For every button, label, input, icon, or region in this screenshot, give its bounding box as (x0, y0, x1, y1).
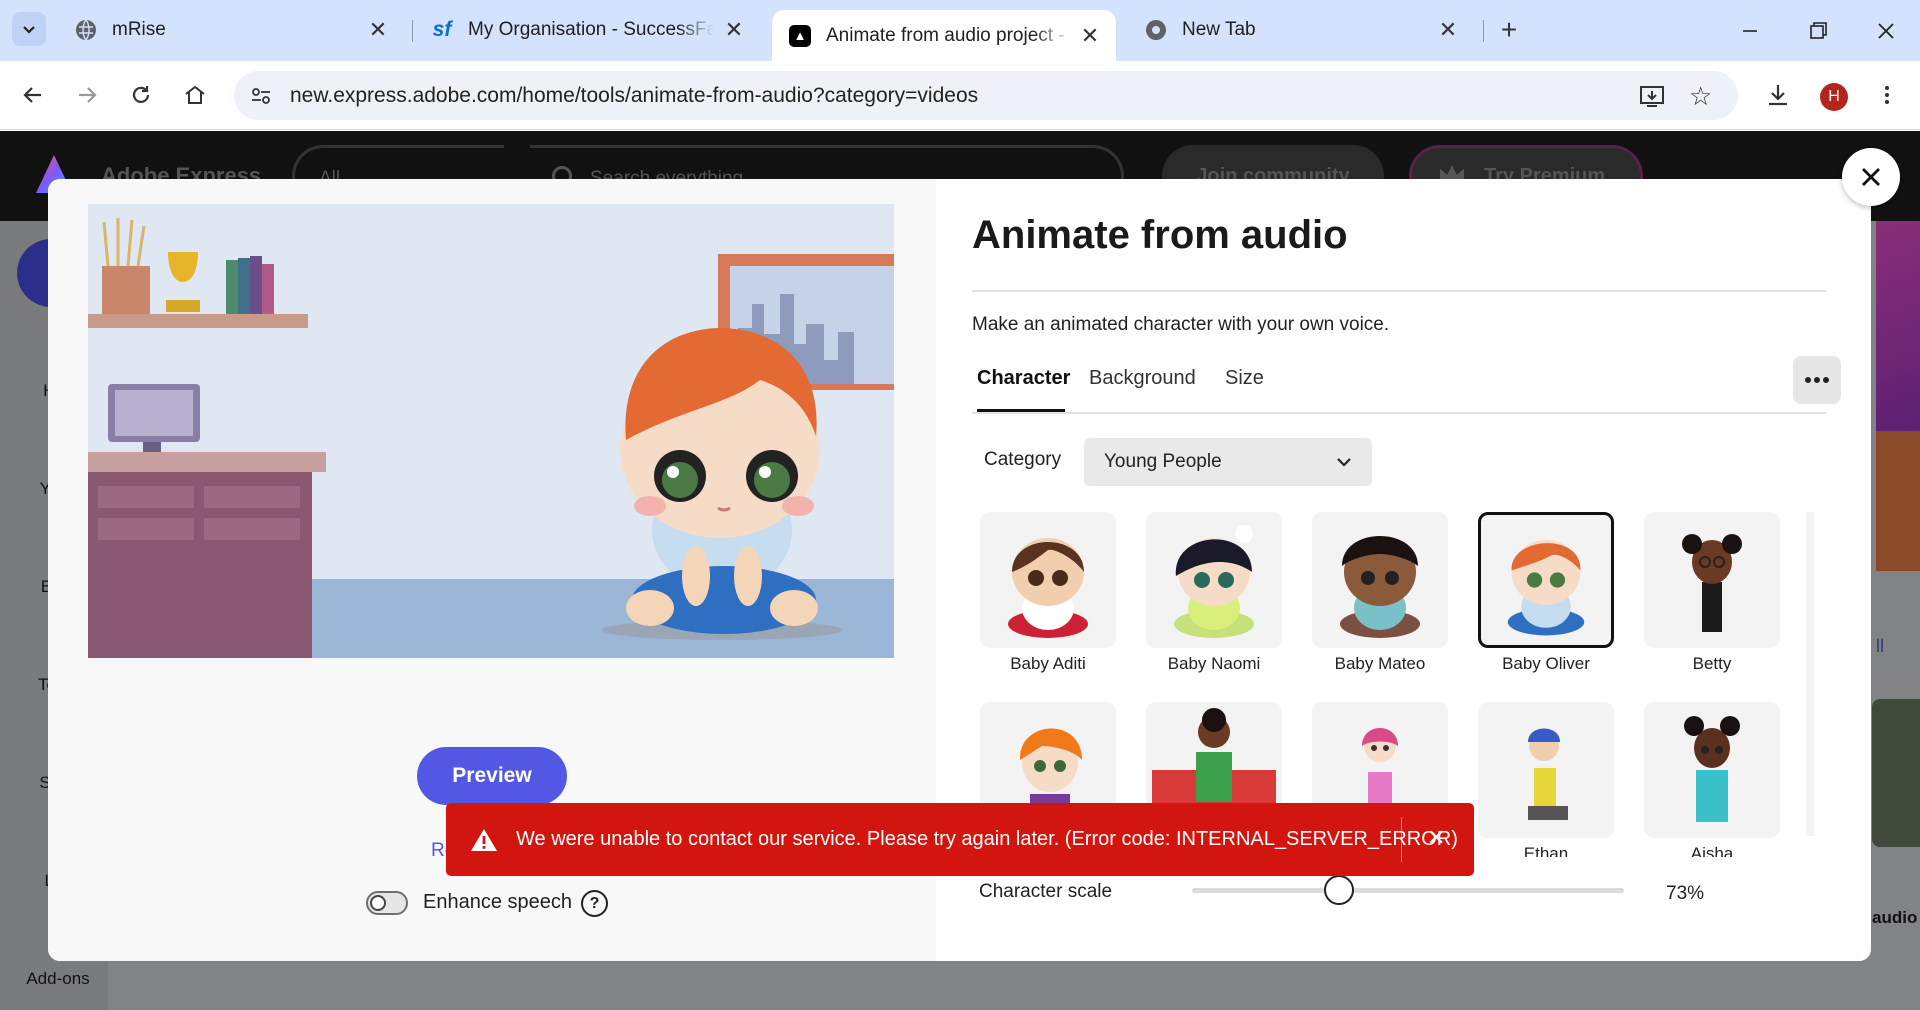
category-label: Category (984, 449, 1062, 470)
close-icon (1862, 168, 1880, 186)
character-name: Betty (1692, 654, 1732, 673)
browser-menu-button[interactable] (1870, 78, 1904, 112)
forward-button[interactable] (70, 78, 104, 112)
back-button[interactable] (16, 78, 50, 112)
browser-tab-bar: mRise ✕ sf My Organisation - SuccessFact… (0, 0, 1920, 61)
character-name: Baby Oliver (1502, 654, 1590, 673)
more-vertical-icon (1885, 86, 1889, 104)
globe-icon (74, 18, 98, 42)
close-tab-icon[interactable]: ✕ (1078, 23, 1102, 49)
home-button[interactable] (178, 78, 212, 112)
chevron-down-icon (23, 26, 35, 34)
home-icon (185, 85, 205, 104)
address-bar[interactable]: new.express.adobe.com/home/tools/animate… (234, 71, 1738, 120)
background-card-label: audio (1872, 908, 1918, 927)
more-options-button[interactable] (1793, 356, 1841, 404)
browser-tab-successfactors[interactable]: sf My Organisation - SuccessFacto ✕ (414, 10, 760, 50)
install-app-icon[interactable] (1639, 83, 1665, 114)
character-name: Baby Naomi (1167, 654, 1261, 673)
character-name: Ethan (1523, 844, 1569, 857)
downloads-button[interactable] (1761, 78, 1795, 112)
close-icon (1878, 23, 1894, 39)
character-card-baby-naomi[interactable] (1146, 512, 1282, 648)
sidebar-item-add-ons[interactable]: Add-ons (0, 969, 108, 989)
character-preview-scene (88, 204, 894, 658)
see-all-link[interactable]: ll (1876, 636, 1884, 657)
toast-message: We were unable to contact our service. P… (516, 828, 1458, 850)
url-text[interactable]: new.express.adobe.com/home/tools/animate… (290, 84, 978, 108)
tab-size[interactable]: Size (1225, 367, 1264, 390)
tab-title: Animate from audio project - Ju (826, 24, 1070, 46)
reload-icon (132, 86, 150, 103)
dialog-subtitle: Make an animated character with your own… (972, 314, 1390, 335)
help-icon[interactable]: ? (581, 890, 608, 917)
sf-logo-icon: sf (432, 18, 452, 41)
arrow-left-icon (23, 87, 41, 103)
tab-background[interactable]: Background (1089, 367, 1196, 390)
category-value: Young People (1104, 451, 1222, 472)
toast-divider (1401, 817, 1402, 862)
close-tab-icon[interactable]: ✕ (366, 17, 390, 43)
tab-title: New Tab (1182, 19, 1256, 40)
title-divider (972, 290, 1827, 292)
browser-toolbar: new.express.adobe.com/home/tools/animate… (0, 61, 1920, 130)
tab-title: My Organisation - SuccessFacto (468, 19, 714, 40)
more-horizontal-icon (1805, 377, 1829, 383)
character-card-baby-aditi[interactable] (980, 512, 1116, 648)
minimize-icon (1743, 30, 1757, 32)
tab-divider (412, 20, 413, 42)
character-card-ethan[interactable] (1478, 702, 1614, 838)
chevron-down-icon (1337, 458, 1351, 467)
enhance-speech-label: Enhance speech (423, 891, 573, 913)
minimize-button[interactable] (1730, 14, 1770, 48)
character-card-baby-mateo[interactable] (1312, 512, 1448, 648)
toast-close-icon[interactable]: ✕ (1427, 825, 1445, 851)
restore-button[interactable] (1798, 14, 1838, 48)
dialog-title: Animate from audio (972, 213, 1348, 257)
tabs-divider (972, 412, 1827, 414)
new-tab-button[interactable]: + (1492, 14, 1526, 48)
tab-character[interactable]: Character (977, 367, 1070, 390)
toggle-knob (370, 895, 386, 911)
profile-avatar[interactable]: H (1820, 83, 1848, 111)
download-icon (1769, 85, 1787, 106)
background-orange-graphic (1876, 431, 1920, 571)
browser-tab-animate-from-audio[interactable]: ▲ Animate from audio project - Ju ✕ (772, 10, 1116, 61)
character-card-aisha[interactable] (1644, 702, 1780, 838)
bookmark-star-icon[interactable]: ☆ (1689, 81, 1712, 112)
arrow-right-icon (79, 87, 97, 103)
character-name: Baby Mateo (1334, 654, 1426, 673)
close-dialog-button[interactable] (1842, 148, 1900, 206)
browser-tab-new-tab[interactable]: New Tab ✕ (1128, 10, 1474, 50)
tab-search-button[interactable] (12, 12, 46, 46)
character-scale-slider[interactable] (1192, 875, 1624, 905)
background-thumbnail (1872, 699, 1920, 847)
browser-tab-mrise[interactable]: mRise ✕ (58, 10, 404, 50)
alert-icon (471, 828, 497, 851)
tab-title: mRise (112, 19, 166, 40)
chrome-icon (1144, 18, 1168, 42)
slider-thumb[interactable] (1323, 875, 1354, 905)
grid-scroll-edge (1806, 512, 1814, 836)
close-window-button[interactable] (1866, 14, 1906, 48)
close-tab-icon[interactable]: ✕ (1436, 17, 1460, 43)
character-scale-value: 73% (1666, 883, 1705, 904)
preview-button[interactable]: Preview (417, 747, 567, 805)
character-scale-label: Character scale (979, 881, 1113, 902)
character-card-baby-oliver[interactable] (1478, 512, 1614, 648)
restore-icon (1810, 22, 1827, 39)
adobe-express-logo-icon: ▲ (788, 24, 812, 48)
tab-divider (1483, 20, 1484, 42)
character-card-betty[interactable] (1644, 512, 1780, 648)
site-settings-icon[interactable] (248, 83, 274, 109)
character-name: Aisha (1690, 844, 1734, 857)
character-name: Baby Aditi (1010, 654, 1086, 673)
enhance-speech-toggle[interactable] (366, 891, 408, 915)
category-select[interactable]: Young People (1084, 438, 1372, 486)
error-toast: We were unable to contact our service. P… (446, 803, 1474, 876)
close-tab-icon[interactable]: ✕ (722, 17, 746, 43)
reload-button[interactable] (124, 78, 158, 112)
